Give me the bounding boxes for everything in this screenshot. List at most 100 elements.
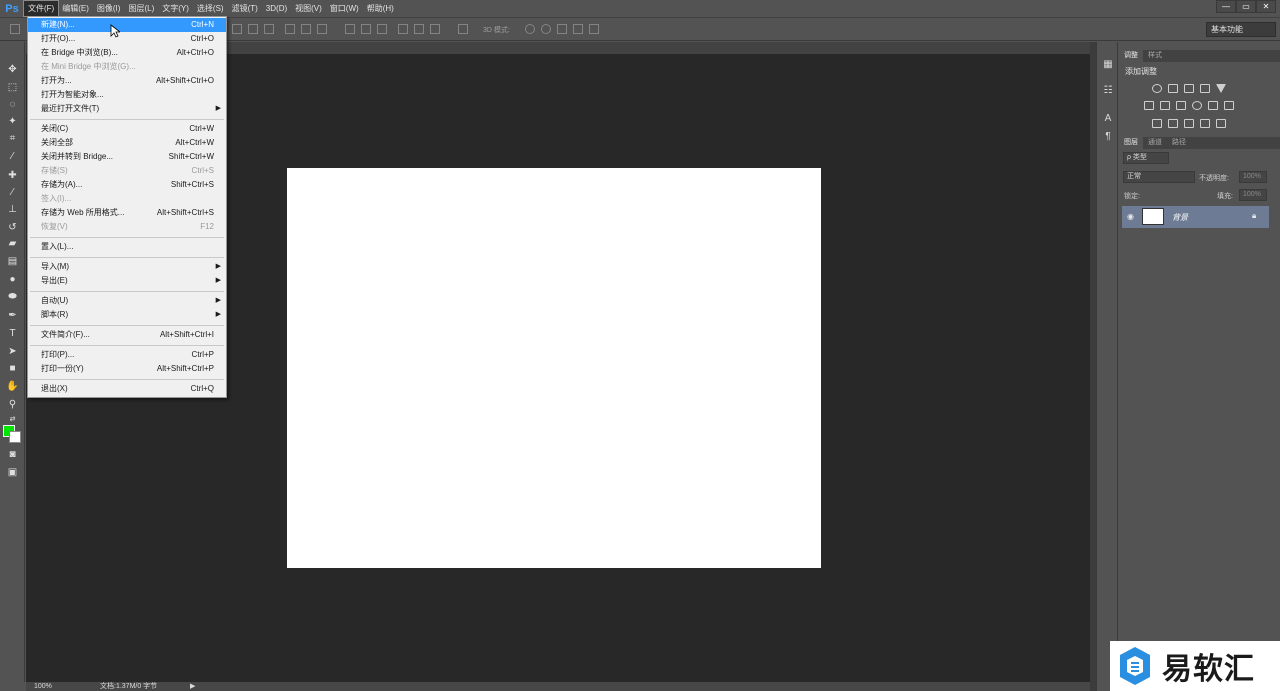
move-tool-preset-icon[interactable]	[10, 24, 20, 34]
marquee-tool-icon[interactable]: ⬚	[5, 80, 20, 94]
blur-tool-icon[interactable]: ●	[5, 272, 20, 286]
quick-select-tool-icon[interactable]: ✦	[5, 114, 20, 128]
file-menu-item[interactable]: 打印一份(Y) Alt+Shift+Ctrl+P	[28, 362, 226, 376]
black-white-icon[interactable]	[1176, 101, 1186, 110]
align-top-icon[interactable]	[232, 24, 242, 34]
rectangle-tool-icon[interactable]: ■	[5, 361, 20, 375]
dodge-tool-icon[interactable]: ⬬	[5, 289, 20, 303]
menu-help[interactable]: 帮助(H)	[363, 1, 398, 16]
file-menu-item[interactable]: 新建(N)... Ctrl+N	[28, 18, 226, 32]
gradient-map-icon[interactable]	[1216, 119, 1226, 128]
file-menu-item[interactable]: 文件简介(F)... Alt+Shift+Ctrl+I	[28, 328, 226, 342]
hue-saturation-icon[interactable]	[1144, 101, 1154, 110]
move-tool-icon[interactable]: ✥	[5, 62, 20, 76]
file-menu-item[interactable]: 置入(L)...	[28, 240, 226, 254]
vibrance-icon[interactable]	[1216, 84, 1226, 93]
photo-filter-icon[interactable]	[1192, 101, 1202, 110]
eraser-tool-icon[interactable]: ▰	[5, 236, 20, 250]
properties-panel-icon[interactable]: ☷	[1101, 84, 1115, 98]
character-panel-icon[interactable]: A	[1101, 112, 1115, 126]
crop-tool-icon[interactable]: ⌗	[5, 131, 20, 145]
menu-edit[interactable]: 编辑(E)	[58, 1, 93, 16]
align-vcenter-icon[interactable]	[248, 24, 258, 34]
fill-input[interactable]: 100%	[1239, 189, 1267, 201]
paragraph-panel-icon[interactable]: ¶	[1101, 130, 1115, 144]
menu-layer[interactable]: 图层(L)	[124, 1, 158, 16]
status-menu-arrow-icon[interactable]: ▶	[190, 682, 195, 691]
levels-icon[interactable]	[1168, 84, 1178, 93]
file-menu-item[interactable]: 最近打开文件(T) ▶	[28, 102, 226, 116]
distribute-right-icon[interactable]	[430, 24, 440, 34]
file-menu-item[interactable]: 打开为... Alt+Shift+Ctrl+O	[28, 74, 226, 88]
menu-window[interactable]: 窗口(W)	[326, 1, 363, 16]
menu-image[interactable]: 图像(I)	[93, 1, 125, 16]
screen-mode-icon[interactable]: ▣	[5, 465, 20, 479]
gradient-tool-icon[interactable]: ▤	[5, 254, 20, 268]
tab-paths[interactable]: 路径	[1167, 137, 1191, 149]
distribute-top-icon[interactable]	[345, 24, 355, 34]
auto-align-icon[interactable]	[458, 24, 468, 34]
align-left-icon[interactable]	[285, 24, 295, 34]
canvas[interactable]	[287, 168, 821, 568]
tab-layers[interactable]: 图层	[1119, 137, 1143, 149]
type-tool-icon[interactable]: T	[5, 326, 20, 340]
zoom-tool-icon[interactable]: ⚲	[5, 397, 20, 411]
menu-view[interactable]: 视图(V)	[291, 1, 326, 16]
blend-mode-select[interactable]: 正常	[1123, 171, 1195, 183]
minimize-button[interactable]: —	[1216, 0, 1236, 13]
3d-roll-icon[interactable]	[541, 24, 551, 34]
eyedropper-tool-icon[interactable]: ⁄	[5, 149, 20, 163]
menu-file[interactable]: 文件(F)	[22, 0, 60, 17]
exposure-icon[interactable]	[1200, 84, 1210, 93]
invert-icon[interactable]	[1152, 119, 1162, 128]
file-menu-item[interactable]: 存储为 Web 所用格式... Alt+Shift+Ctrl+S	[28, 206, 226, 220]
tab-channels[interactable]: 通道	[1143, 137, 1167, 149]
background-color-swatch[interactable]	[9, 431, 21, 443]
3d-rotate-icon[interactable]	[525, 24, 535, 34]
distribute-bottom-icon[interactable]	[377, 24, 387, 34]
color-lookup-icon[interactable]	[1224, 101, 1234, 110]
distribute-hcenter-icon[interactable]	[414, 24, 424, 34]
tab-adjustments[interactable]: 调整	[1119, 50, 1143, 62]
layer-filter-select[interactable]: ρ 类型	[1123, 152, 1169, 164]
workspace-select[interactable]: 基本功能	[1206, 22, 1276, 37]
file-menu-item[interactable]: 脚本(R) ▶	[28, 308, 226, 322]
zoom-level[interactable]: 100%	[34, 682, 52, 691]
opacity-input[interactable]: 100%	[1239, 171, 1267, 183]
file-menu-item[interactable]: 打开为智能对象...	[28, 88, 226, 102]
brightness-contrast-icon[interactable]	[1152, 84, 1162, 93]
tab-styles[interactable]: 样式	[1143, 50, 1167, 62]
file-menu-item[interactable]: 退出(X) Ctrl+Q	[28, 382, 226, 396]
file-menu-item[interactable]: 打开(O)... Ctrl+O	[28, 32, 226, 46]
file-menu-item[interactable]: 关闭全部 Alt+Ctrl+W	[28, 136, 226, 150]
file-menu-item[interactable]: 关闭(C) Ctrl+W	[28, 122, 226, 136]
menu-filter[interactable]: 滤镜(T)	[228, 1, 262, 16]
lasso-tool-icon[interactable]: ◌	[5, 97, 20, 111]
selective-color-icon[interactable]	[1200, 119, 1210, 128]
brush-tool-icon[interactable]: ∕	[5, 185, 20, 199]
path-select-tool-icon[interactable]: ➤	[5, 344, 20, 358]
3d-scale-icon[interactable]	[589, 24, 599, 34]
pen-tool-icon[interactable]: ✒	[5, 308, 20, 322]
hand-tool-icon[interactable]: ✋	[5, 379, 20, 393]
menu-type[interactable]: 文字(Y)	[158, 1, 193, 16]
menu-select[interactable]: 选择(S)	[193, 1, 228, 16]
file-menu-item[interactable]: 自动(U) ▶	[28, 294, 226, 308]
channel-mixer-icon[interactable]	[1208, 101, 1218, 110]
align-hcenter-icon[interactable]	[301, 24, 311, 34]
file-menu-item[interactable]: 导出(E) ▶	[28, 274, 226, 288]
restore-button[interactable]: ▭	[1236, 0, 1256, 13]
curves-icon[interactable]	[1184, 84, 1194, 93]
3d-pan-icon[interactable]	[557, 24, 567, 34]
visibility-eye-icon[interactable]: ◉	[1127, 212, 1137, 221]
threshold-icon[interactable]	[1184, 119, 1194, 128]
file-menu-item[interactable]: 关闭并转到 Bridge... Shift+Ctrl+W	[28, 150, 226, 164]
distribute-left-icon[interactable]	[398, 24, 408, 34]
healing-brush-tool-icon[interactable]: ✚	[5, 168, 20, 182]
file-menu-item[interactable]: 导入(M) ▶	[28, 260, 226, 274]
file-menu-item[interactable]: 打印(P)... Ctrl+P	[28, 348, 226, 362]
file-menu-item[interactable]: 存储为(A)... Shift+Ctrl+S	[28, 178, 226, 192]
menu-3d[interactable]: 3D(D)	[262, 1, 291, 16]
file-menu-item[interactable]: 在 Bridge 中浏览(B)... Alt+Ctrl+O	[28, 46, 226, 60]
stamp-tool-icon[interactable]: ⊥	[5, 202, 20, 216]
